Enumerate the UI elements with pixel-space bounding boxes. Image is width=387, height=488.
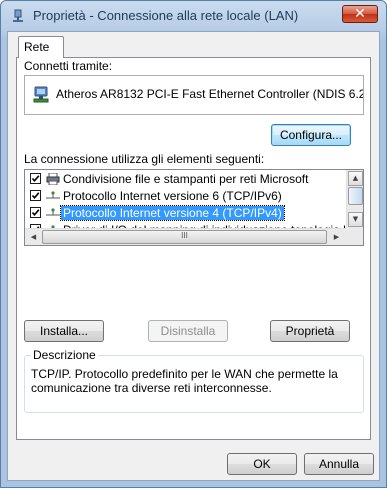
list-item[interactable]: Condivisione file e stampanti per reti M… xyxy=(25,171,346,188)
cancel-button[interactable]: Annulla xyxy=(304,453,374,475)
list-item-label: Condivisione file e stampanti per reti M… xyxy=(63,172,309,186)
checkmark-icon xyxy=(31,209,40,217)
install-button[interactable]: Installa... xyxy=(24,320,104,342)
printer-share-icon xyxy=(46,173,60,185)
items-label: La connessione utilizza gli elementi seg… xyxy=(24,152,265,166)
list-item[interactable]: Protocollo Internet versione 6 (TCP/IPv6… xyxy=(25,188,346,205)
list-item-label: Protocollo Internet versione 4 (TCP/IPv4… xyxy=(60,205,285,221)
list-item-selected[interactable]: Protocollo Internet versione 4 (TCP/IPv4… xyxy=(25,205,346,222)
protocol-icon xyxy=(46,191,60,199)
network-adapter-icon xyxy=(33,86,49,103)
close-button[interactable]: ✕ xyxy=(342,5,378,23)
checkmark-icon xyxy=(31,192,40,200)
tab-rete[interactable]: Rete xyxy=(18,36,64,58)
connect-using-label: Connetti tramite: xyxy=(24,59,113,73)
scrollbar-corner xyxy=(346,228,363,245)
title-bar[interactable]: Proprietà - Connessione alla rete locale… xyxy=(1,1,386,31)
description-text: TCP/IP. Protocollo predefinito per le WA… xyxy=(31,367,338,395)
uninstall-button: Disinstalla xyxy=(148,320,228,342)
configure-button[interactable]: Configura... xyxy=(271,124,351,146)
dialog-window: Proprietà - Connessione alla rete locale… xyxy=(0,0,387,488)
scroll-thumb-horizontal[interactable]: III xyxy=(42,230,327,244)
checkmark-icon xyxy=(31,175,40,183)
ok-button[interactable]: OK xyxy=(227,453,297,475)
scroll-right-icon[interactable]: ▶ xyxy=(329,230,344,244)
close-icon: ✕ xyxy=(354,6,366,22)
checkbox[interactable] xyxy=(30,173,41,184)
list-item-label: Protocollo Internet versione 6 (TCP/IPv6… xyxy=(63,189,282,203)
network-icon xyxy=(13,9,23,22)
protocol-icon xyxy=(46,208,60,216)
components-list[interactable]: Condivisione file e stampanti per reti M… xyxy=(24,169,364,246)
properties-button[interactable]: Proprietà xyxy=(270,320,350,342)
scroll-left-icon[interactable]: ◀ xyxy=(26,230,41,244)
scroll-grip: III xyxy=(181,231,188,240)
scroll-thumb[interactable] xyxy=(348,187,363,205)
horizontal-scrollbar[interactable]: ◀ III ▶ xyxy=(25,228,346,245)
description-title: Descrizione xyxy=(31,348,98,362)
checkbox[interactable] xyxy=(30,207,41,218)
checkbox[interactable] xyxy=(30,190,41,201)
adapter-field: Atheros AR8132 PCI-E Fast Ethernet Contr… xyxy=(24,75,364,115)
adapter-name: Atheros AR8132 PCI-E Fast Ethernet Contr… xyxy=(56,87,364,101)
vertical-scrollbar[interactable]: ▲ ▼ xyxy=(346,170,363,228)
scroll-up-icon[interactable]: ▲ xyxy=(348,171,363,186)
scroll-down-icon[interactable]: ▼ xyxy=(348,212,363,227)
window-title: Proprietà - Connessione alla rete locale… xyxy=(33,8,299,23)
description-group: Descrizione TCP/IP. Protocollo predefini… xyxy=(24,348,364,413)
tab-panel-rete: Connetti tramite: Atheros AR8132 PCI-E F… xyxy=(16,57,371,440)
dialog-client-area: Rete Connetti tramite: Atheros AR8132 PC… xyxy=(7,31,380,481)
